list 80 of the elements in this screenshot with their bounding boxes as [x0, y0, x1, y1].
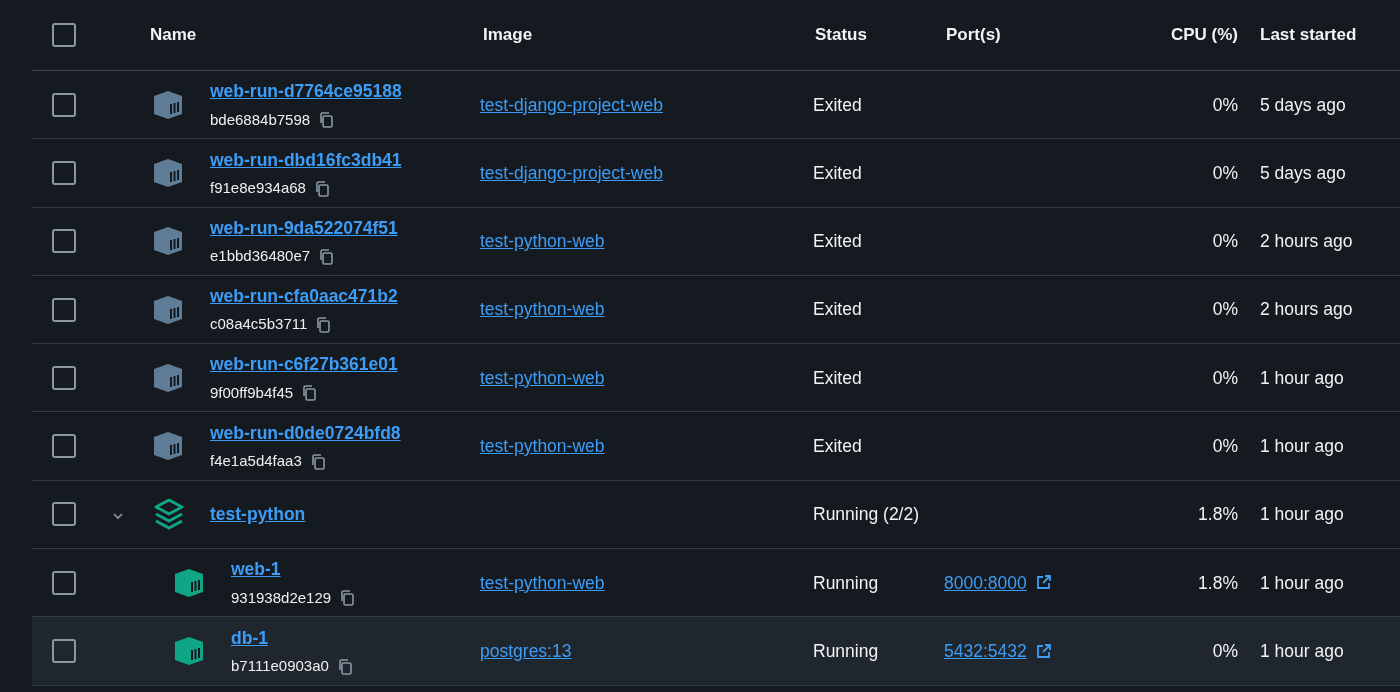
image-link[interactable]: test-python-web — [480, 436, 605, 456]
external-link-icon[interactable] — [1034, 642, 1052, 660]
copy-icon[interactable] — [301, 384, 318, 402]
container-name-link[interactable]: web-run-d7764ce95188 — [210, 81, 402, 102]
row-checkbox[interactable] — [52, 639, 76, 663]
cpu-usage: 0% — [1212, 299, 1238, 320]
row-checkbox[interactable] — [52, 160, 76, 185]
status-text: Running (2/2) — [813, 504, 920, 525]
column-header[interactable]: Image — [483, 25, 533, 45]
cpu-usage: 0% — [1212, 367, 1238, 388]
cpu-usage: 0% — [1212, 640, 1238, 661]
last-started: 5 days ago — [1260, 162, 1346, 183]
row-checkbox[interactable] — [52, 502, 76, 527]
copy-icon[interactable] — [309, 452, 326, 470]
row-checkbox[interactable] — [52, 297, 76, 322]
container-id: bde6884b7598 — [210, 109, 311, 130]
column-header[interactable]: CPU (%) — [1170, 25, 1238, 45]
container-name-link[interactable]: web-run-9da522074f51 — [210, 217, 398, 238]
container-name-link[interactable]: web-run-dbd16fc3db41 — [210, 149, 402, 170]
image-link[interactable]: test-python-web — [480, 572, 605, 593]
image-link[interactable]: test-django-project-web — [480, 94, 663, 115]
row-checkbox[interactable] — [52, 92, 76, 117]
container-name-link[interactable]: db-1 — [231, 627, 268, 648]
container-name-link[interactable]: web-run-d0de0724bfd8 — [210, 422, 401, 443]
copy-icon[interactable] — [315, 316, 332, 334]
container-name-link[interactable]: web-run-c6f27b361e01 — [210, 354, 398, 375]
container-id: f4e1a5d4faa3 — [210, 451, 302, 471]
status-text: Running — [813, 572, 879, 593]
image-link[interactable]: test-django-project-web — [480, 162, 663, 183]
last-started: 1 hour ago — [1260, 504, 1344, 525]
container-name-link[interactable]: web-1 — [231, 559, 281, 580]
cpu-usage: 1.8% — [1198, 572, 1238, 593]
copy-icon[interactable] — [313, 179, 330, 197]
last-started: 1 hour ago — [1260, 640, 1344, 661]
column-header[interactable]: Name — [150, 25, 197, 45]
last-started: 2 hours ago — [1260, 299, 1353, 320]
container-name-link[interactable]: web-run-cfa0aac471b2 — [210, 286, 398, 307]
port-link[interactable]: 8000:8000 — [944, 569, 1027, 596]
container-id: b7111e0903a0 — [231, 655, 329, 676]
container-id: c08a4c5b3711 — [210, 314, 308, 335]
external-link-icon[interactable] — [1034, 574, 1052, 592]
container-id: 9f00ff9b4f45 — [210, 382, 294, 403]
column-header[interactable]: Port(s) — [946, 25, 1001, 45]
last-started: 1 hour ago — [1260, 436, 1344, 456]
status-text: Exited — [813, 436, 862, 456]
status-text: Exited — [813, 299, 862, 320]
last-started: 5 days ago — [1260, 94, 1346, 115]
image-link[interactable]: test-python-web — [480, 231, 605, 252]
row-checkbox[interactable] — [52, 570, 76, 595]
port-link[interactable]: 5432:5432 — [944, 637, 1027, 665]
copy-icon[interactable] — [339, 589, 356, 607]
container-id: 931938d2e129 — [231, 587, 332, 608]
status-text: Exited — [813, 94, 862, 115]
copy-icon[interactable] — [336, 657, 353, 675]
column-header[interactable]: Last started — [1260, 25, 1357, 45]
last-started: 1 hour ago — [1260, 367, 1344, 388]
container-name-link[interactable]: test-python — [210, 504, 306, 525]
cpu-usage: 0% — [1212, 162, 1238, 183]
copy-icon[interactable] — [318, 247, 335, 265]
image-link[interactable]: postgres:13 — [480, 640, 572, 661]
row-checkbox[interactable] — [52, 23, 76, 47]
row-checkbox[interactable] — [52, 365, 76, 390]
cpu-usage: 1.8% — [1198, 504, 1238, 525]
column-header[interactable]: Status — [815, 25, 867, 45]
cpu-usage: 0% — [1212, 231, 1238, 252]
image-link[interactable]: test-python-web — [480, 299, 605, 320]
status-text: Running — [813, 640, 879, 661]
cpu-usage: 0% — [1212, 94, 1238, 115]
copy-icon[interactable] — [318, 111, 335, 129]
container-id: e1bbd36480e7 — [210, 246, 311, 267]
row-checkbox[interactable] — [52, 434, 76, 459]
last-started: 1 hour ago — [1260, 572, 1344, 593]
status-text: Exited — [813, 367, 862, 388]
cpu-usage: 0% — [1212, 436, 1238, 456]
row-checkbox[interactable] — [52, 229, 76, 254]
last-started: 2 hours ago — [1260, 231, 1353, 252]
container-id: f91e8e934a68 — [210, 177, 306, 198]
status-text: Exited — [813, 162, 862, 183]
image-link[interactable]: test-python-web — [480, 367, 605, 388]
status-text: Exited — [813, 231, 862, 252]
